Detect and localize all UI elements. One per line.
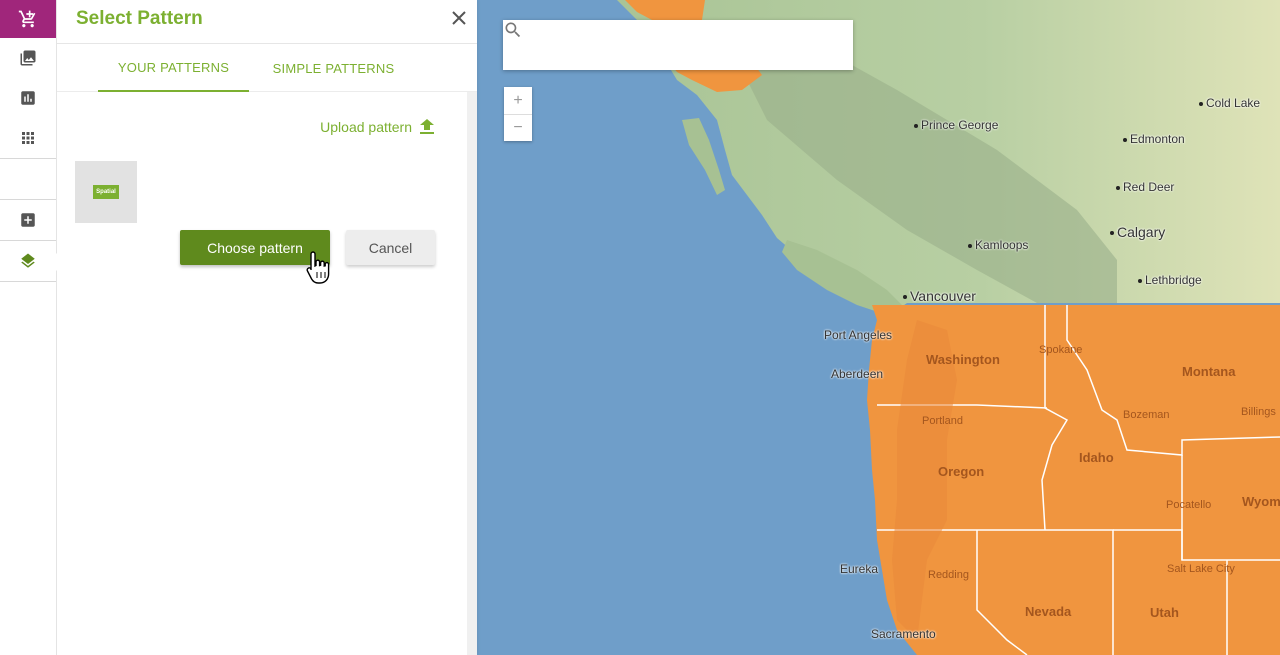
panel-title: Select Pattern bbox=[76, 8, 203, 29]
add-icon bbox=[21, 213, 35, 227]
tab-your-patterns[interactable]: YOUR PATTERNS bbox=[98, 44, 249, 92]
city-label: Salt Lake City bbox=[1167, 563, 1235, 575]
state-label: Oregon bbox=[938, 464, 985, 479]
city-label: Kamloops bbox=[968, 238, 1028, 252]
grid-icon bbox=[22, 132, 34, 144]
state-label: Idaho bbox=[1079, 450, 1114, 465]
apps-button[interactable] bbox=[0, 118, 56, 158]
zoom-control: + − bbox=[504, 87, 532, 141]
image-icon bbox=[20, 50, 36, 66]
map-search-input[interactable] bbox=[547, 20, 847, 70]
city-label: Lethbridge bbox=[1138, 273, 1202, 287]
city-label: Cold Lake bbox=[1199, 96, 1260, 110]
panel-header: Select Pattern bbox=[57, 0, 477, 44]
city-label: Port Angeles bbox=[824, 328, 893, 342]
add-layer-button[interactable] bbox=[0, 200, 56, 240]
cart-icon bbox=[18, 10, 36, 28]
city-label: Calgary bbox=[1110, 224, 1165, 240]
zoom-out-button[interactable]: − bbox=[504, 114, 532, 141]
upload-icon bbox=[420, 119, 434, 134]
upload-pattern-link[interactable]: Upload pattern bbox=[320, 119, 434, 135]
city-label: Redding bbox=[928, 569, 969, 581]
pattern-thumbnail[interactable]: Spatial bbox=[75, 161, 137, 223]
state-label: Utah bbox=[1150, 605, 1179, 620]
close-icon bbox=[452, 11, 466, 25]
thumbnail-logo: Spatial bbox=[93, 185, 119, 199]
city-label: Edmonton bbox=[1123, 132, 1185, 146]
layers-button[interactable] bbox=[0, 241, 65, 281]
state-label: Montana bbox=[1182, 364, 1236, 379]
city-label: Spokane bbox=[1039, 344, 1083, 356]
city-label: Bozeman bbox=[1123, 409, 1170, 421]
charts-button[interactable] bbox=[0, 78, 56, 118]
tab-simple-patterns[interactable]: SIMPLE PATTERNS bbox=[260, 44, 407, 92]
city-label: Sacramento bbox=[871, 627, 936, 641]
city-label: Eureka bbox=[840, 562, 879, 576]
city-label: Prince George bbox=[914, 118, 998, 132]
rail-divider bbox=[0, 281, 56, 282]
search-icon bbox=[505, 22, 521, 38]
hand-cursor-icon bbox=[305, 250, 335, 291]
state-label: Nevada bbox=[1025, 604, 1072, 619]
city-label: Red Deer bbox=[1116, 180, 1174, 194]
state-label: Wyomin bbox=[1242, 494, 1280, 509]
layers-icon bbox=[21, 253, 35, 268]
city-label: Portland bbox=[922, 415, 963, 427]
state-label: Washington bbox=[926, 352, 1000, 367]
city-label: Aberdeen bbox=[831, 367, 884, 381]
pattern-tabs: YOUR PATTERNS SIMPLE PATTERNS bbox=[57, 44, 477, 92]
select-pattern-panel: Select Pattern YOUR PATTERNS SIMPLE PATT… bbox=[57, 0, 477, 655]
city-label: Billings bbox=[1241, 406, 1276, 418]
upload-pattern-label: Upload pattern bbox=[320, 119, 412, 135]
close-button[interactable] bbox=[449, 8, 469, 28]
city-label: Pocatello bbox=[1166, 499, 1212, 511]
tool-rail bbox=[0, 0, 65, 655]
zoom-in-button[interactable]: + bbox=[504, 87, 532, 114]
cart-button[interactable] bbox=[0, 0, 56, 38]
city-label: Vancouver bbox=[903, 288, 976, 304]
scrollbar[interactable] bbox=[467, 92, 477, 655]
images-button[interactable] bbox=[0, 38, 56, 78]
panel-body: Upload pattern Spatial Choose pattern Ca… bbox=[57, 92, 467, 655]
map-search-box bbox=[503, 20, 853, 70]
chart-icon bbox=[21, 91, 35, 105]
cancel-button[interactable]: Cancel bbox=[346, 230, 435, 265]
map-canvas[interactable]: + − Prince George Cold Lake Edmonton Red… bbox=[477, 0, 1280, 655]
